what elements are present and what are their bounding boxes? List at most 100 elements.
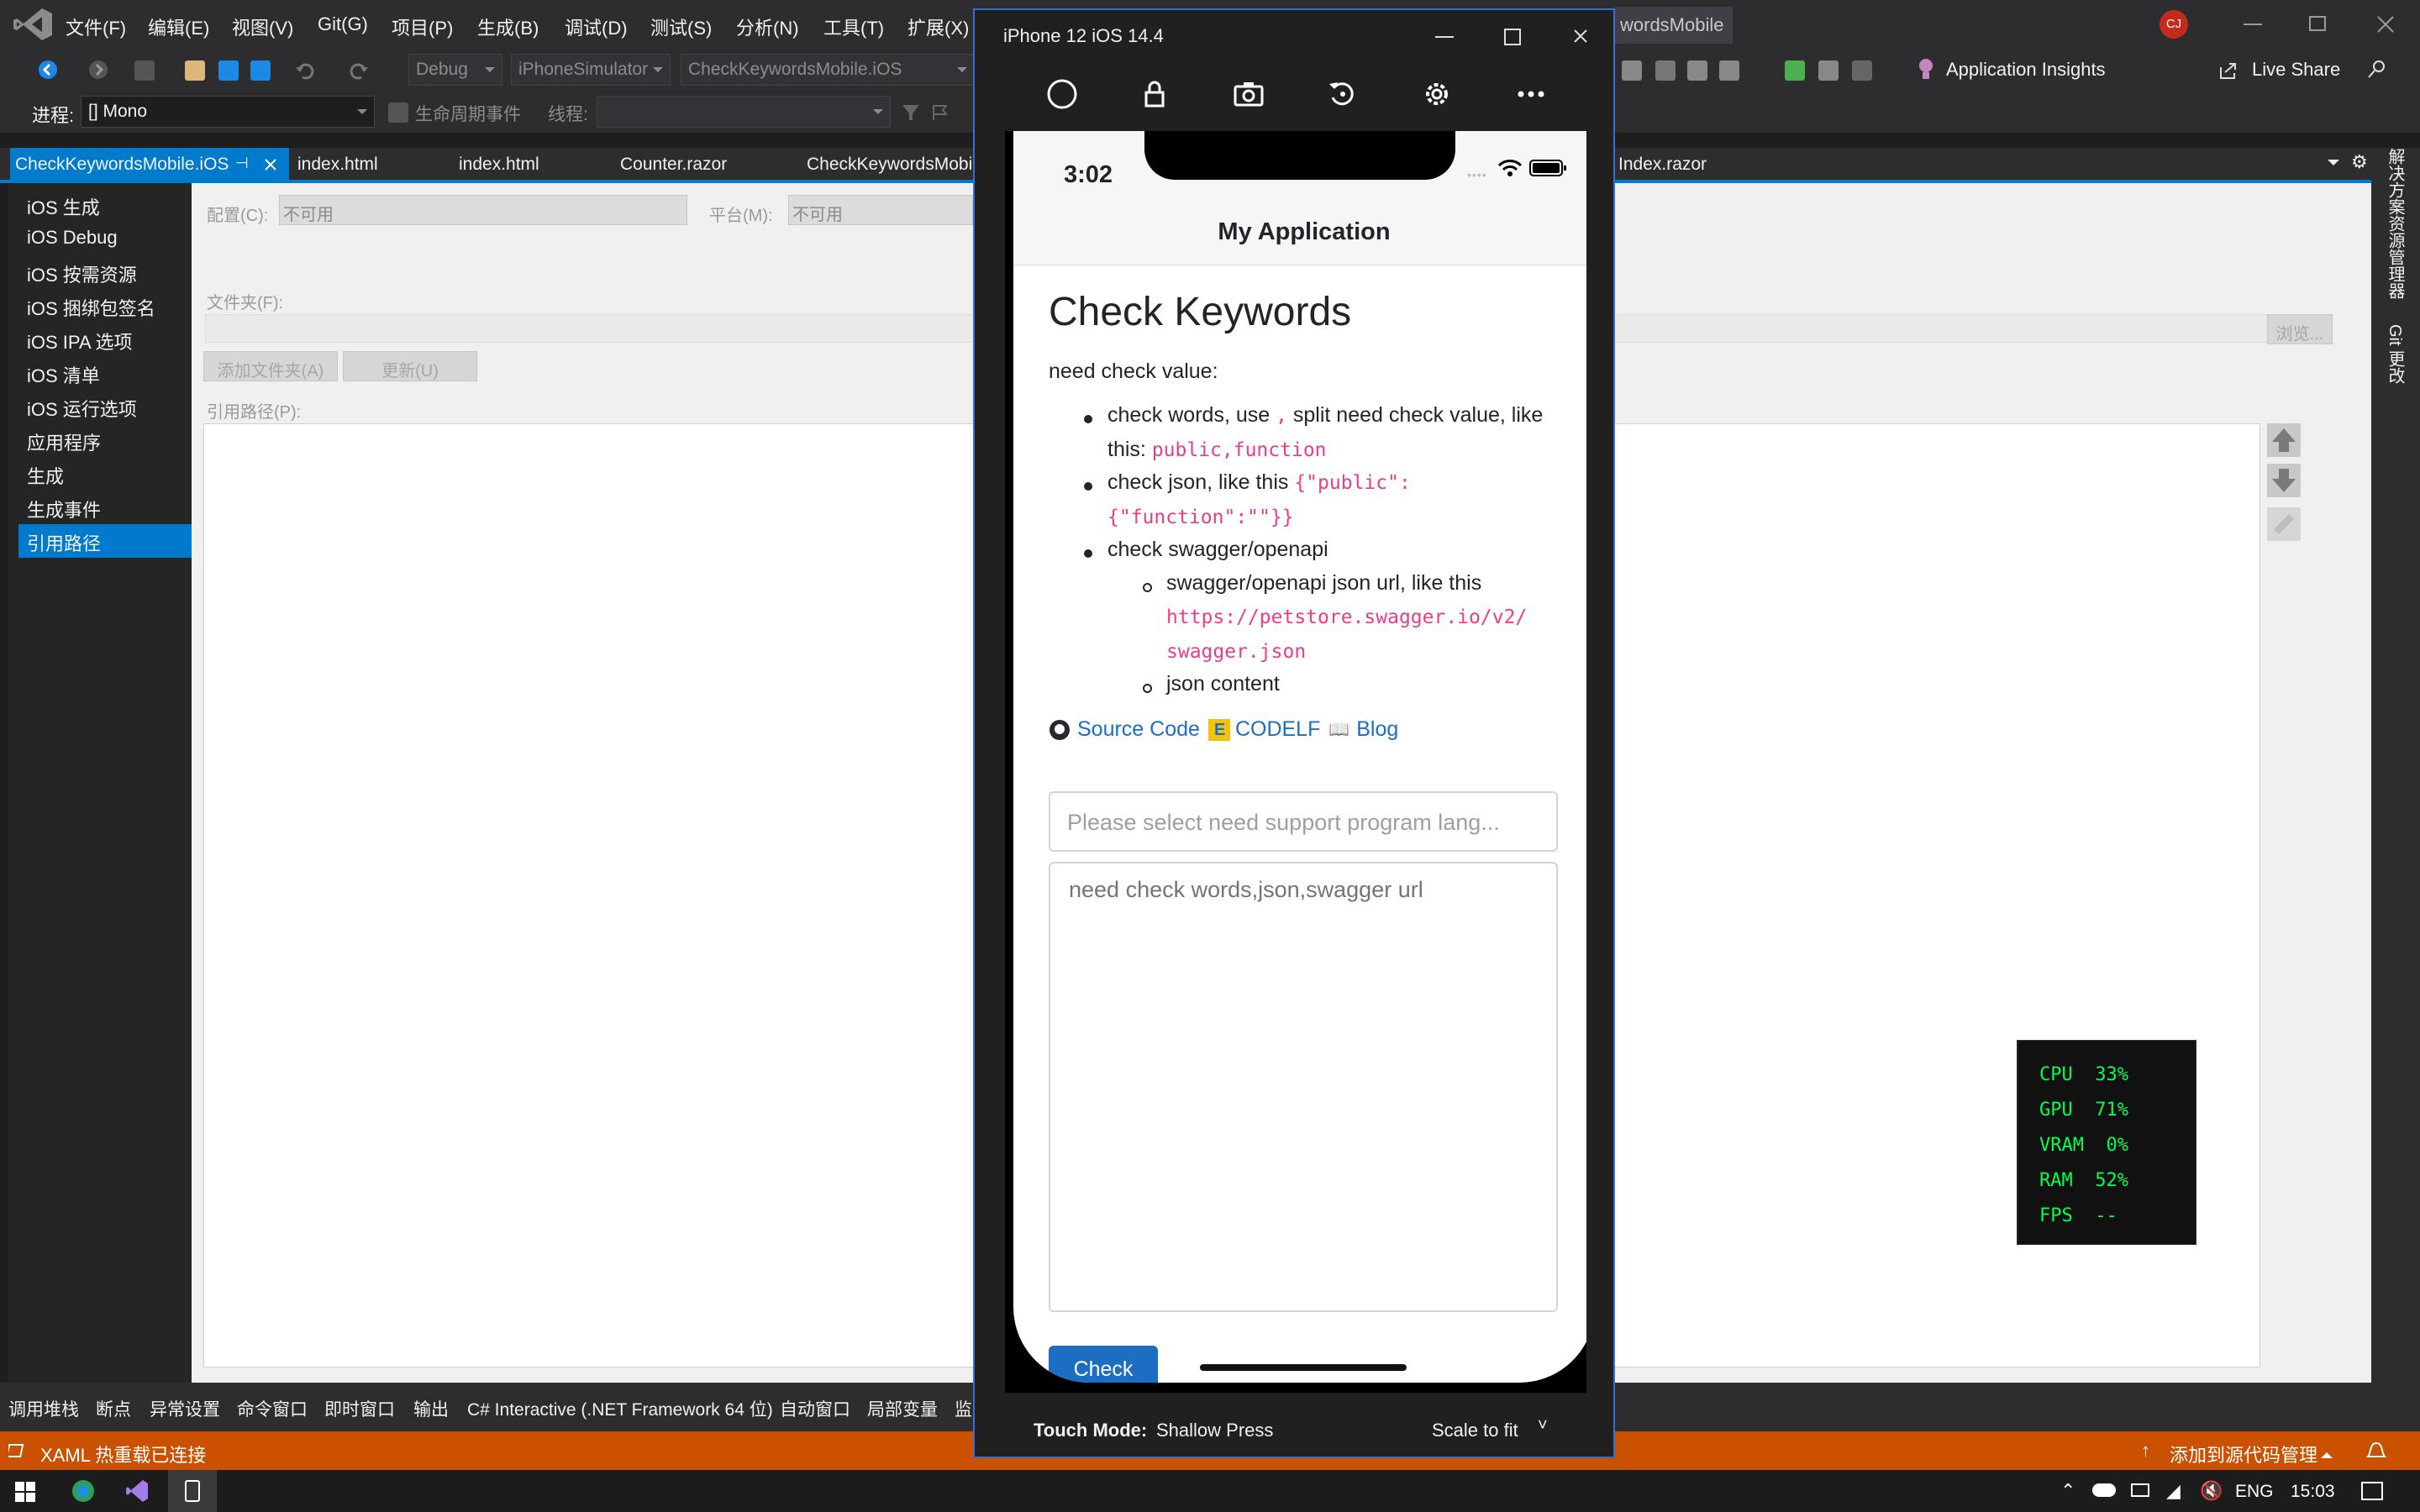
browse-button[interactable]: 浏览...: [2267, 314, 2333, 344]
tab-immediate-window[interactable]: 即时窗口: [324, 1396, 395, 1421]
gear-icon[interactable]: ⚙: [2351, 151, 2368, 173]
edge-browser-icon[interactable]: [71, 1478, 96, 1504]
menu-view[interactable]: 视图(V): [232, 13, 293, 40]
menu-debug[interactable]: 调试(D): [565, 13, 628, 40]
toolbar-tool-icon[interactable]: [1622, 60, 1642, 81]
close-tab-icon[interactable]: [264, 158, 277, 171]
nav-item-reference-paths[interactable]: 引用路径: [18, 524, 195, 558]
configuration-combo[interactable]: Debug: [408, 54, 502, 86]
nav-item-ios-on-demand-resources[interactable]: iOS 按需资源: [18, 255, 195, 289]
restore-icon[interactable]: [2309, 16, 2326, 31]
tab-locals[interactable]: 局部变量: [867, 1396, 938, 1421]
add-to-source-control-button[interactable]: 添加到源代码管理: [2170, 1441, 2317, 1467]
flag-thread-icon[interactable]: [931, 102, 951, 123]
feedback-icon[interactable]: [2366, 59, 2388, 81]
back-icon[interactable]: [37, 59, 59, 81]
lock-icon[interactable]: [1138, 77, 1171, 111]
toolbar-tool-icon[interactable]: [1719, 60, 1739, 81]
application-insights-button[interactable]: Application Insights: [1946, 59, 2106, 81]
nav-item-ios-manifest[interactable]: iOS 清单: [18, 356, 195, 390]
chevron-down-icon[interactable]: ˅: [1538, 1416, 1548, 1436]
scale-select[interactable]: Scale to fit: [1432, 1420, 1518, 1441]
more-options-icon[interactable]: [1514, 77, 1548, 111]
solution-explorer-tab[interactable]: 解决方案资源管理器: [2383, 148, 2407, 299]
minimize-icon[interactable]: [1435, 36, 1454, 38]
filter-icon[interactable]: [901, 102, 921, 123]
tab-call-stack[interactable]: 调用堆栈: [8, 1396, 79, 1421]
toolbar-tool-icon[interactable]: [1687, 60, 1707, 81]
tab-autos[interactable]: 自动窗口: [780, 1396, 850, 1421]
keywords-textarea[interactable]: need check words,json,swagger url: [1049, 862, 1558, 1312]
codelf-link[interactable]: CODELF: [1235, 717, 1320, 742]
action-center-icon[interactable]: [2361, 1482, 2383, 1500]
active-taskbar-app[interactable]: [168, 1470, 217, 1512]
menu-extensions[interactable]: 扩展(X): [908, 13, 969, 40]
new-item-icon[interactable]: [134, 60, 155, 81]
lifecycle-events-button[interactable]: 生命周期事件: [415, 101, 521, 126]
nav-item-ios-bundle-signing[interactable]: iOS 捆绑包签名: [18, 289, 195, 323]
forward-icon[interactable]: [87, 59, 109, 81]
user-avatar[interactable]: CJ: [2160, 10, 2188, 39]
process-combo[interactable]: [] Mono: [81, 96, 375, 128]
move-down-icon[interactable]: [2267, 464, 2301, 497]
toolbar-tool-icon[interactable]: [1852, 60, 1872, 81]
tab-breakpoints[interactable]: 断点: [96, 1396, 131, 1421]
close-icon[interactable]: [2376, 15, 2395, 34]
source-code-link[interactable]: Source Code: [1077, 717, 1200, 742]
tab-exception-settings[interactable]: 异常设置: [150, 1396, 220, 1421]
redo-icon[interactable]: [348, 60, 370, 82]
menu-project[interactable]: 项目(P): [392, 13, 453, 40]
blog-link[interactable]: Blog: [1356, 717, 1398, 742]
maximize-icon[interactable]: [1504, 29, 1521, 45]
lightbulb-icon[interactable]: [1918, 57, 1934, 82]
tab-watch[interactable]: 监: [955, 1396, 972, 1421]
nav-item-ios-build[interactable]: iOS 生成: [18, 188, 195, 222]
undo-icon[interactable]: [294, 60, 316, 82]
config-select[interactable]: 不可用: [279, 195, 687, 225]
visual-studio-logo-icon[interactable]: [12, 7, 54, 42]
home-indicator[interactable]: [1200, 1364, 1407, 1371]
thread-combo[interactable]: [597, 96, 891, 128]
notification-bell-icon[interactable]: [2365, 1440, 2390, 1462]
nav-item-ios-ipa-options[interactable]: iOS IPA 选项: [18, 323, 195, 356]
open-folder-icon[interactable]: [185, 60, 205, 81]
menu-git[interactable]: Git(G): [318, 13, 368, 35]
menu-edit[interactable]: 编辑(E): [148, 13, 209, 40]
tab-counter-razor[interactable]: Counter.razor: [620, 148, 727, 181]
tab-index-razor[interactable]: Index.razor: [1618, 148, 1707, 181]
menu-build[interactable]: 生成(B): [477, 13, 539, 40]
save-all-icon[interactable]: [250, 60, 271, 81]
language-select[interactable]: Please select need support program lang.…: [1049, 791, 1558, 852]
tab-index-html-2[interactable]: index.html: [459, 148, 539, 181]
git-changes-tab[interactable]: Git 更改: [2383, 324, 2407, 384]
platform-combo[interactable]: iPhoneSimulator: [511, 54, 671, 86]
menu-test[interactable]: 测试(S): [650, 13, 712, 40]
onedrive-icon[interactable]: [2092, 1483, 2116, 1497]
nav-item-ios-debug[interactable]: iOS Debug: [18, 222, 195, 255]
nav-item-ios-run-options[interactable]: iOS 运行选项: [18, 390, 195, 423]
minimize-icon[interactable]: [2244, 24, 2262, 25]
save-icon[interactable]: [218, 60, 239, 81]
battery-icon[interactable]: [2131, 1483, 2149, 1497]
toolbar-tool-icon[interactable]: [1655, 60, 1676, 81]
input-language[interactable]: ENG: [2235, 1482, 2274, 1502]
hot-reload-status[interactable]: XAML 热重载已连接: [40, 1441, 206, 1467]
nav-item-build[interactable]: 生成: [18, 457, 195, 491]
screenshot-camera-icon[interactable]: [1232, 77, 1265, 111]
tab-overflow-icon[interactable]: [2328, 160, 2339, 171]
check-button[interactable]: Check: [1049, 1346, 1158, 1383]
toolbar-tool-icon[interactable]: [1785, 60, 1805, 81]
nav-item-application[interactable]: 应用程序: [18, 423, 195, 457]
tab-index-html[interactable]: index.html: [297, 148, 378, 181]
settings-gear-icon[interactable]: [1420, 77, 1454, 111]
tab-csharp-interactive[interactable]: C# Interactive (.NET Framework 64 位): [467, 1396, 773, 1421]
close-icon[interactable]: [1573, 29, 1588, 44]
tab-output[interactable]: 输出: [413, 1396, 449, 1421]
delete-path-icon[interactable]: [2267, 507, 2301, 541]
pin-icon[interactable]: ⊣: [235, 155, 249, 172]
move-up-icon[interactable]: [2267, 423, 2301, 457]
clock[interactable]: 15:03: [2291, 1482, 2335, 1502]
windows-start-icon[interactable]: [15, 1482, 35, 1502]
tab-command-window[interactable]: 命令窗口: [237, 1396, 308, 1421]
menu-analyze[interactable]: 分析(N): [736, 13, 799, 40]
